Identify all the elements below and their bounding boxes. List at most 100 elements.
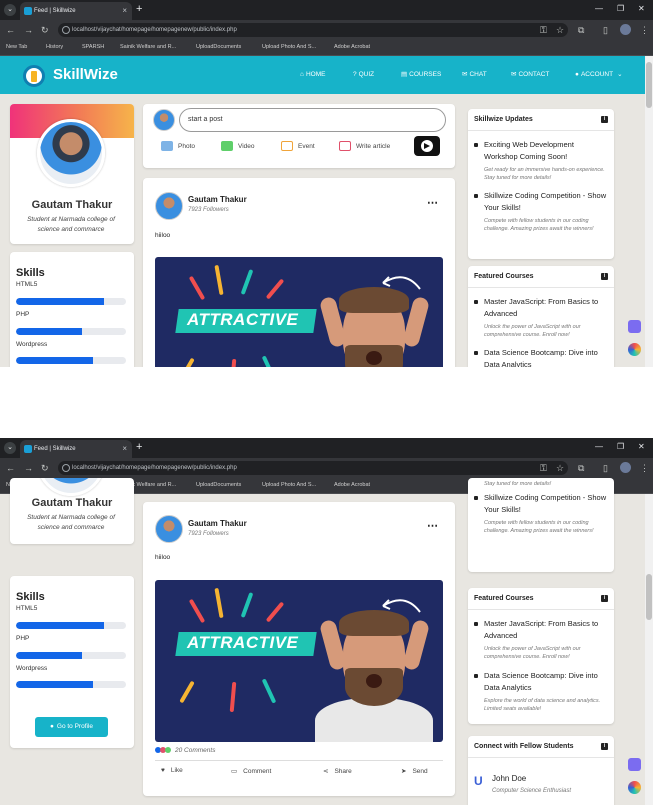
- assistant-icon[interactable]: [628, 343, 641, 356]
- info-icon[interactable]: i: [601, 273, 608, 280]
- bookmark-adobe[interactable]: Adobe Acrobat: [334, 478, 370, 493]
- back-icon[interactable]: ←: [6, 461, 15, 475]
- post-author-name[interactable]: Gautam Thakur: [188, 195, 247, 204]
- address-input[interactable]: localhost/vijaychat/homepage/homepagenew…: [58, 23, 568, 37]
- bookmark-sainik[interactable]: Sainik Welfare and R...: [120, 40, 176, 55]
- nav-home[interactable]: ⌂ HOME: [300, 70, 325, 80]
- tab-search-icon[interactable]: ⌄: [4, 442, 16, 454]
- bullet-icon: [474, 194, 478, 198]
- article-icon: [339, 141, 351, 152]
- new-tab-button[interactable]: +: [136, 440, 142, 454]
- site-info-icon[interactable]: [62, 464, 70, 472]
- new-tab-button[interactable]: +: [136, 2, 142, 16]
- extensions-icon[interactable]: ⧉: [578, 23, 584, 37]
- info-icon[interactable]: i: [601, 743, 608, 750]
- forward-icon[interactable]: →: [24, 461, 33, 475]
- post-menu-icon[interactable]: ⋯: [427, 519, 439, 532]
- event-button[interactable]: Event: [281, 141, 315, 153]
- scrollbar-thumb[interactable]: [646, 62, 652, 108]
- course-title[interactable]: Data Science Bootcamp: Dive into Data An…: [484, 670, 608, 694]
- minimize-icon[interactable]: —: [595, 440, 603, 454]
- browser-tab[interactable]: Feed | Skillwize ×: [20, 440, 132, 458]
- photo-button[interactable]: Photo: [161, 141, 195, 153]
- page-scrollbar[interactable]: [645, 494, 653, 805]
- post-menu-icon[interactable]: ⋯: [427, 196, 439, 209]
- page-scrollbar[interactable]: [645, 56, 653, 367]
- post-author-avatar[interactable]: [155, 515, 183, 543]
- bookmark-upload-docs[interactable]: UploadDocuments: [196, 478, 241, 493]
- brand-logo-icon[interactable]: [23, 65, 45, 87]
- forward-icon[interactable]: →: [24, 23, 33, 37]
- bookmark-new-tab[interactable]: New Tab: [6, 40, 27, 55]
- close-window-icon[interactable]: ✕: [638, 2, 645, 16]
- brand-name[interactable]: SkillWize: [53, 66, 118, 84]
- nav-chat[interactable]: ✉ CHAT: [462, 70, 487, 80]
- bookmark-upload-photo[interactable]: Upload Photo And S...: [262, 478, 316, 493]
- key-icon[interactable]: ⚿: [540, 461, 547, 475]
- bookmark-sparsh[interactable]: SPARSH: [82, 40, 104, 55]
- nav-quiz[interactable]: ? QUIZ: [353, 70, 374, 80]
- share-button[interactable]: ⋖ Share: [323, 767, 352, 775]
- comment-button[interactable]: ▭ Comment: [231, 767, 271, 775]
- course-title[interactable]: Data Science Bootcamp: Dive into Data An…: [484, 347, 608, 367]
- person-name[interactable]: John Doe: [492, 774, 526, 783]
- tab-close-icon[interactable]: ×: [122, 2, 127, 20]
- browser-tab[interactable]: Feed | Skillwize ×: [20, 2, 132, 20]
- address-input[interactable]: localhost/vijaychat/homepage/homepagenew…: [58, 461, 568, 475]
- go-to-profile-button[interactable]: ● Go to Profile: [35, 717, 108, 737]
- send-button[interactable]: ➤ Send: [401, 767, 428, 775]
- minimize-icon[interactable]: —: [595, 2, 603, 16]
- profile-photo[interactable]: [37, 478, 105, 496]
- reload-icon[interactable]: ↻: [41, 23, 49, 37]
- browser-menu-icon[interactable]: ⋮: [640, 461, 649, 475]
- info-icon[interactable]: i: [601, 595, 608, 602]
- nav-courses[interactable]: ▤ COURSES: [401, 70, 441, 80]
- browser-menu-icon[interactable]: ⋮: [640, 23, 649, 37]
- bookmark-upload-photo[interactable]: Upload Photo And S...: [262, 40, 316, 55]
- profile-photo[interactable]: [37, 119, 105, 187]
- video-button[interactable]: Video: [221, 141, 255, 153]
- update-title[interactable]: Skillwize Coding Competition - Show Your…: [484, 492, 608, 516]
- site-info-icon[interactable]: [62, 26, 70, 34]
- post-author-avatar[interactable]: [155, 192, 183, 220]
- send-post-button[interactable]: [414, 136, 440, 156]
- update-title[interactable]: Exciting Web Development Workshop Coming…: [484, 139, 608, 163]
- post-input[interactable]: start a post: [179, 108, 446, 132]
- tab-close-icon[interactable]: ×: [122, 440, 127, 458]
- reload-icon[interactable]: ↻: [41, 461, 49, 475]
- close-window-icon[interactable]: ✕: [638, 440, 645, 454]
- info-icon[interactable]: i: [601, 116, 608, 123]
- skill-label: HTML5: [16, 281, 38, 288]
- bookmark-upload-docs[interactable]: UploadDocuments: [196, 40, 241, 55]
- skill-fill: [16, 328, 82, 335]
- side-widget-icon[interactable]: [628, 758, 641, 771]
- side-widget-icon[interactable]: [628, 320, 641, 333]
- nav-account[interactable]: ● ACCOUNT ⌄: [575, 70, 623, 80]
- write-article-button[interactable]: Write article: [339, 141, 390, 153]
- nav-contact[interactable]: ✉ CONTACT: [511, 70, 549, 80]
- bookmark-star-icon[interactable]: ☆: [556, 461, 564, 475]
- bookmark-history[interactable]: History: [46, 40, 63, 55]
- course-title[interactable]: Master JavaScript: From Basics to Advanc…: [484, 296, 608, 320]
- bookmark-adobe[interactable]: Adobe Acrobat: [334, 40, 370, 55]
- sidepanel-icon[interactable]: ▯: [603, 23, 608, 37]
- post-image[interactable]: ATTRACTIVE: [155, 257, 443, 367]
- maximize-icon[interactable]: ❐: [617, 440, 624, 454]
- browser-profile-avatar[interactable]: [620, 462, 631, 473]
- back-icon[interactable]: ←: [6, 23, 15, 37]
- reactions-summary[interactable]: 20 Comments: [155, 747, 215, 754]
- sidepanel-icon[interactable]: ▯: [603, 461, 608, 475]
- update-title[interactable]: Skillwize Coding Competition - Show Your…: [484, 190, 608, 214]
- tab-search-icon[interactable]: ⌄: [4, 4, 16, 16]
- course-title[interactable]: Master JavaScript: From Basics to Advanc…: [484, 618, 608, 642]
- like-button[interactable]: ♥ Like: [161, 767, 183, 774]
- maximize-icon[interactable]: ❐: [617, 2, 624, 16]
- browser-profile-avatar[interactable]: [620, 24, 631, 35]
- extensions-icon[interactable]: ⧉: [578, 461, 584, 475]
- key-icon[interactable]: ⚿: [540, 23, 547, 37]
- scrollbar-thumb[interactable]: [646, 574, 652, 620]
- post-author-name[interactable]: Gautam Thakur: [188, 519, 247, 528]
- assistant-icon[interactable]: [628, 781, 641, 794]
- bookmark-star-icon[interactable]: ☆: [556, 23, 564, 37]
- post-image[interactable]: ATTRACTIVE: [155, 580, 443, 742]
